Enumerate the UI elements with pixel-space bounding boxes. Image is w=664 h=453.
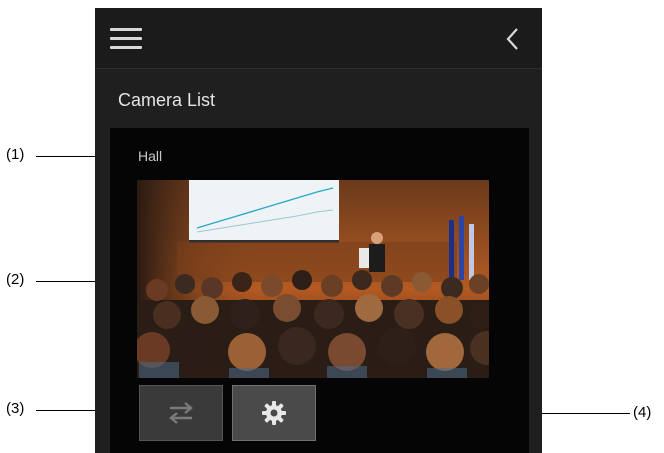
callout-label-4: (4) [633,404,652,421]
callout-label-1: (1) [6,146,25,163]
switch-arrows-icon [169,402,193,424]
top-bar [95,8,542,69]
chevron-left-icon[interactable] [503,26,523,52]
camera-card: Hall [110,128,529,453]
app-panel: Camera List Hall [95,8,542,453]
camera-name: Hall [138,148,163,164]
gear-icon [262,401,286,425]
callout-label-2: (2) [6,271,25,288]
page-title: Camera List [118,90,216,110]
callout-label-3: (3) [6,400,25,417]
switch-button[interactable] [139,385,223,441]
settings-button[interactable] [232,385,316,441]
hamburger-menu-icon[interactable] [110,28,142,50]
camera-thumbnail[interactable] [137,180,489,378]
